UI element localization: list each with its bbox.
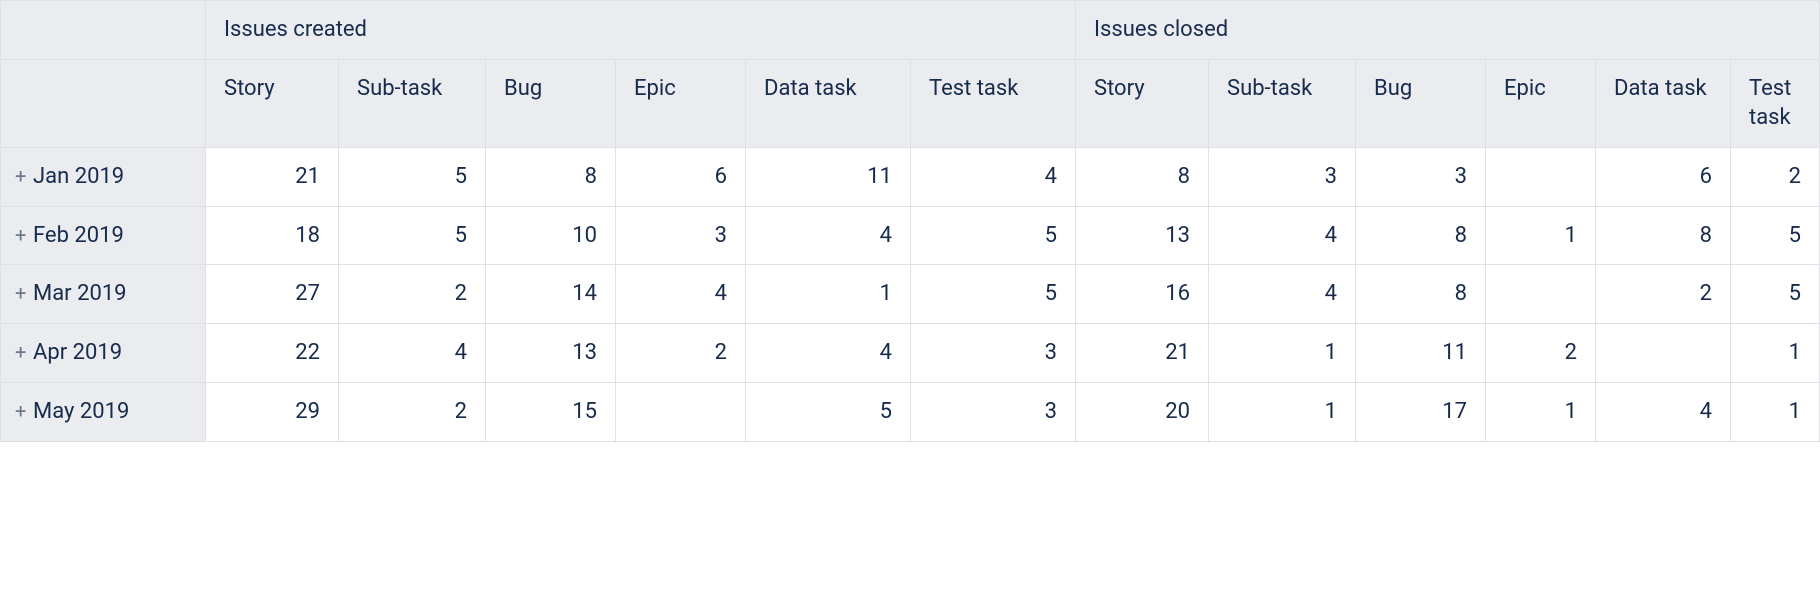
col-header-closed-epic[interactable]: Epic xyxy=(1486,60,1596,148)
data-cell-closed-epic[interactable] xyxy=(1486,148,1596,207)
data-cell-closed-bug[interactable]: 17 xyxy=(1356,383,1486,442)
col-header-created-test[interactable]: Test task xyxy=(911,60,1076,148)
table-row: +Apr 2019224132432111121 xyxy=(1,324,1820,383)
data-cell-closed-data[interactable]: 4 xyxy=(1596,383,1731,442)
data-cell-closed-subtask[interactable]: 1 xyxy=(1209,383,1356,442)
data-cell-closed-subtask[interactable]: 3 xyxy=(1209,148,1356,207)
data-cell-created-story[interactable]: 21 xyxy=(206,148,339,207)
data-cell-created-data[interactable]: 4 xyxy=(746,207,911,266)
data-cell-created-bug[interactable]: 15 xyxy=(486,383,616,442)
data-cell-closed-test[interactable]: 5 xyxy=(1731,207,1820,266)
data-cell-created-subtask[interactable]: 4 xyxy=(339,324,486,383)
data-cell-closed-story[interactable]: 21 xyxy=(1076,324,1209,383)
expand-icon[interactable]: + xyxy=(15,166,33,186)
data-cell-created-epic[interactable] xyxy=(616,383,746,442)
col-header-closed-test[interactable]: Test task xyxy=(1731,60,1820,148)
header-row-columns: Story Sub-task Bug Epic Data task Test t… xyxy=(1,60,1820,148)
row-header[interactable]: +May 2019 xyxy=(1,383,206,442)
data-cell-created-test[interactable]: 4 xyxy=(911,148,1076,207)
data-cell-closed-story[interactable]: 13 xyxy=(1076,207,1209,266)
data-cell-created-epic[interactable]: 4 xyxy=(616,265,746,324)
data-cell-created-story[interactable]: 18 xyxy=(206,207,339,266)
data-cell-closed-epic[interactable]: 1 xyxy=(1486,383,1596,442)
data-cell-closed-story[interactable]: 8 xyxy=(1076,148,1209,207)
data-cell-closed-bug[interactable]: 11 xyxy=(1356,324,1486,383)
row-header-label: Feb 2019 xyxy=(33,221,187,251)
data-cell-created-subtask[interactable]: 5 xyxy=(339,148,486,207)
corner-cell xyxy=(1,1,206,60)
data-cell-created-subtask[interactable]: 2 xyxy=(339,383,486,442)
data-cell-closed-test[interactable]: 1 xyxy=(1731,324,1820,383)
data-cell-closed-story[interactable]: 16 xyxy=(1076,265,1209,324)
col-header-created-data[interactable]: Data task xyxy=(746,60,911,148)
data-cell-created-story[interactable]: 29 xyxy=(206,383,339,442)
row-header-label: Mar 2019 xyxy=(33,279,187,309)
data-cell-created-bug[interactable]: 8 xyxy=(486,148,616,207)
data-cell-closed-epic[interactable] xyxy=(1486,265,1596,324)
data-cell-closed-bug[interactable]: 8 xyxy=(1356,207,1486,266)
data-cell-closed-subtask[interactable]: 4 xyxy=(1209,265,1356,324)
data-cell-closed-test[interactable]: 2 xyxy=(1731,148,1820,207)
data-cell-created-data[interactable]: 4 xyxy=(746,324,911,383)
table-row: +Jan 20192158611483362 xyxy=(1,148,1820,207)
col-header-created-story[interactable]: Story xyxy=(206,60,339,148)
group-header-closed: Issues closed xyxy=(1076,1,1820,60)
table-row: +Feb 2019185103451348185 xyxy=(1,207,1820,266)
data-cell-closed-data[interactable] xyxy=(1596,324,1731,383)
pivot-table: Issues created Issues closed Story Sub-t… xyxy=(0,0,1820,442)
data-cell-closed-test[interactable]: 1 xyxy=(1731,383,1820,442)
data-cell-closed-data[interactable]: 2 xyxy=(1596,265,1731,324)
row-header[interactable]: +Mar 2019 xyxy=(1,265,206,324)
row-header[interactable]: +Apr 2019 xyxy=(1,324,206,383)
col-header-closed-bug[interactable]: Bug xyxy=(1356,60,1486,148)
data-cell-created-epic[interactable]: 2 xyxy=(616,324,746,383)
row-header[interactable]: +Feb 2019 xyxy=(1,207,206,266)
table-row: +May 2019292155320117141 xyxy=(1,383,1820,442)
data-cell-created-subtask[interactable]: 5 xyxy=(339,207,486,266)
col-header-created-epic[interactable]: Epic xyxy=(616,60,746,148)
data-cell-created-data[interactable]: 1 xyxy=(746,265,911,324)
data-cell-closed-test[interactable]: 5 xyxy=(1731,265,1820,324)
data-cell-created-epic[interactable]: 3 xyxy=(616,207,746,266)
data-cell-closed-data[interactable]: 6 xyxy=(1596,148,1731,207)
col-header-closed-data[interactable]: Data task xyxy=(1596,60,1731,148)
data-cell-created-test[interactable]: 5 xyxy=(911,207,1076,266)
data-cell-created-story[interactable]: 22 xyxy=(206,324,339,383)
data-cell-created-data[interactable]: 11 xyxy=(746,148,911,207)
data-cell-created-bug[interactable]: 13 xyxy=(486,324,616,383)
corner-cell-2 xyxy=(1,60,206,148)
expand-icon[interactable]: + xyxy=(15,401,33,421)
data-cell-created-test[interactable]: 3 xyxy=(911,324,1076,383)
row-header-label: Apr 2019 xyxy=(33,338,187,368)
table-row: +Mar 201927214415164825 xyxy=(1,265,1820,324)
data-cell-closed-epic[interactable]: 1 xyxy=(1486,207,1596,266)
data-cell-closed-epic[interactable]: 2 xyxy=(1486,324,1596,383)
row-header-label: Jan 2019 xyxy=(33,162,187,192)
col-header-created-bug[interactable]: Bug xyxy=(486,60,616,148)
data-cell-closed-bug[interactable]: 3 xyxy=(1356,148,1486,207)
col-header-created-subtask[interactable]: Sub-task xyxy=(339,60,486,148)
data-cell-closed-story[interactable]: 20 xyxy=(1076,383,1209,442)
header-row-groups: Issues created Issues closed xyxy=(1,1,1820,60)
data-cell-created-data[interactable]: 5 xyxy=(746,383,911,442)
data-cell-closed-data[interactable]: 8 xyxy=(1596,207,1731,266)
expand-icon[interactable]: + xyxy=(15,342,33,362)
expand-icon[interactable]: + xyxy=(15,283,33,303)
group-header-created: Issues created xyxy=(206,1,1076,60)
data-cell-created-subtask[interactable]: 2 xyxy=(339,265,486,324)
data-cell-closed-subtask[interactable]: 4 xyxy=(1209,207,1356,266)
col-header-closed-subtask[interactable]: Sub-task xyxy=(1209,60,1356,148)
row-header-label: May 2019 xyxy=(33,397,187,427)
data-cell-created-test[interactable]: 3 xyxy=(911,383,1076,442)
row-header[interactable]: +Jan 2019 xyxy=(1,148,206,207)
data-cell-created-epic[interactable]: 6 xyxy=(616,148,746,207)
data-cell-created-test[interactable]: 5 xyxy=(911,265,1076,324)
expand-icon[interactable]: + xyxy=(15,225,33,245)
data-cell-created-bug[interactable]: 14 xyxy=(486,265,616,324)
data-cell-created-story[interactable]: 27 xyxy=(206,265,339,324)
data-cell-closed-subtask[interactable]: 1 xyxy=(1209,324,1356,383)
data-cell-created-bug[interactable]: 10 xyxy=(486,207,616,266)
data-cell-closed-bug[interactable]: 8 xyxy=(1356,265,1486,324)
col-header-closed-story[interactable]: Story xyxy=(1076,60,1209,148)
